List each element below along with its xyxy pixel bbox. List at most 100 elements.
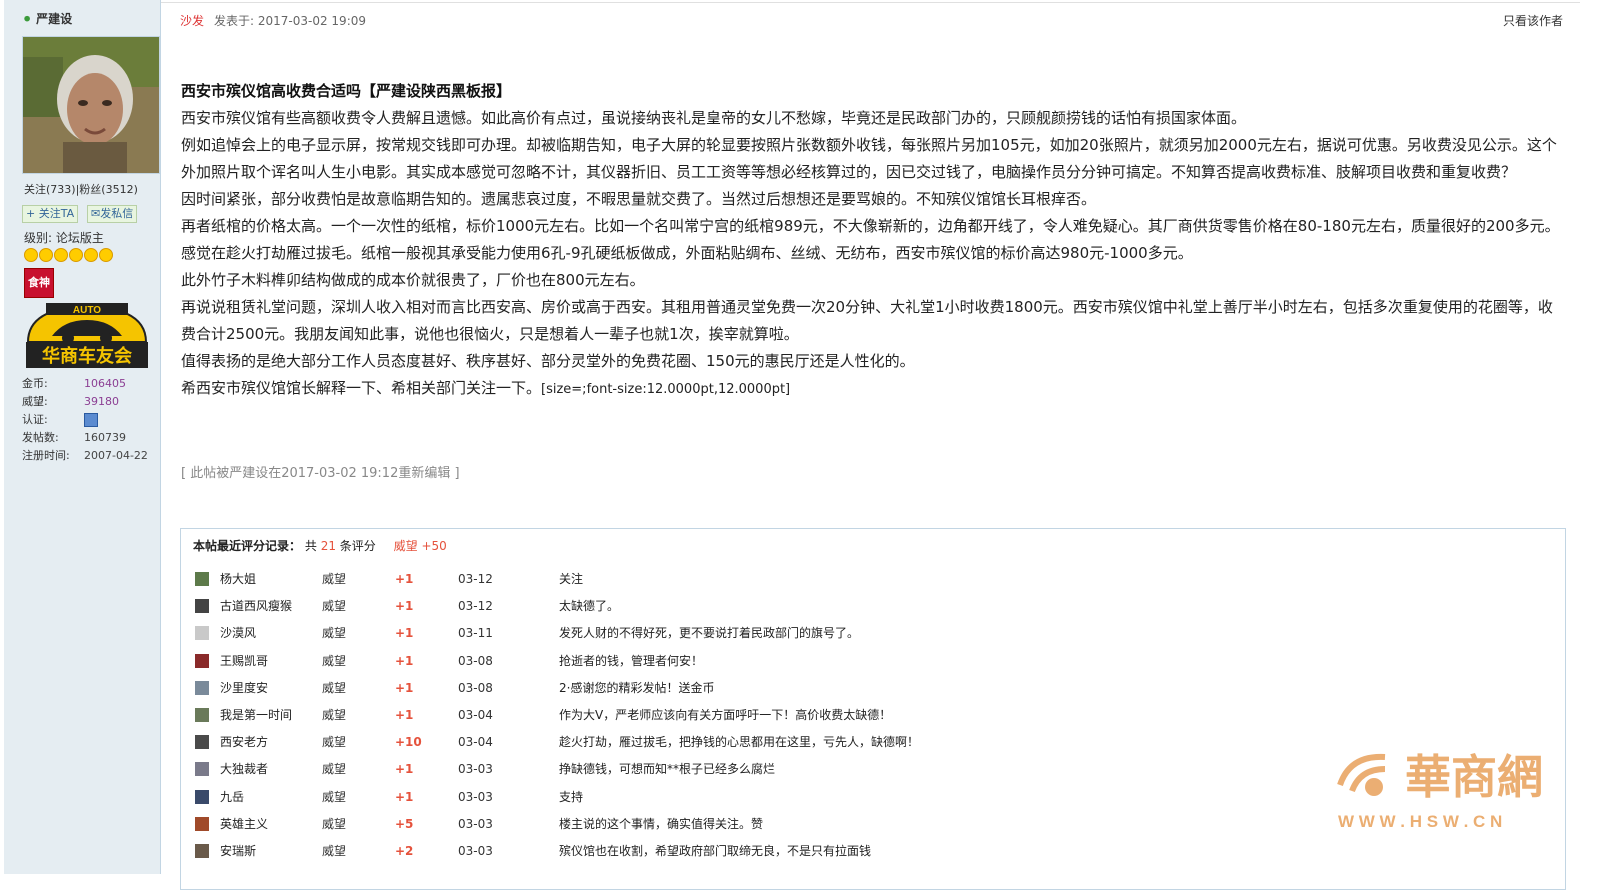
- rating-reason: 关注: [559, 572, 584, 586]
- post-header: 沙发 发表于: 2017-03-02 19:09: [180, 12, 366, 29]
- rater-name[interactable]: 九岳: [220, 787, 244, 807]
- post-paragraph-last: 希西安市殡仪馆馆长解释一下、希相关部门关注一下。[size=;font-size…: [181, 375, 1566, 403]
- rating-score: +1: [395, 626, 414, 641]
- rating-row: 沙漠风 威望 +1 03-11 发死人财的不得好死，更不要说打着民政部门的旗号了。: [195, 623, 1555, 643]
- post-paragraph-text: 希西安市殡仪馆馆长解释一下、希相关部门关注一下。: [181, 379, 542, 397]
- rating-score: +1: [395, 789, 414, 804]
- message-button[interactable]: ✉发私信: [87, 205, 138, 223]
- rating-type: 威望: [322, 735, 347, 750]
- rater-name[interactable]: 沙里度安: [220, 678, 268, 698]
- stat-value: 160739: [84, 431, 126, 444]
- level-smiley-icon: [39, 248, 53, 262]
- rating-date: 03-03: [458, 762, 493, 777]
- post-paragraph: 此外竹子木料榫卯结构做成的成本价就很贵了，厂价也在800元左右。: [181, 271, 645, 289]
- medal-icon: 食神: [24, 268, 54, 298]
- hsw-watermark: 華商網 W W W . H S W . C N: [1330, 735, 1560, 839]
- rating-total-count[interactable]: 21: [321, 539, 336, 553]
- rating-row: 沙里度安 威望 +1 03-08 2·感谢您的精彩发帖！送金币: [195, 678, 1555, 698]
- only-author-link[interactable]: 只看该作者: [1503, 12, 1563, 29]
- rater-avatar[interactable]: [195, 789, 209, 804]
- stat-label: 发帖数:: [22, 431, 59, 444]
- floor-label[interactable]: 沙发: [180, 14, 204, 28]
- rating-date: 03-08: [458, 653, 493, 668]
- follow-button[interactable]: + 关注TA: [22, 205, 79, 223]
- car-club-badge-icon: AUTO 华商车友会: [26, 303, 148, 368]
- rating-type: 威望: [322, 816, 347, 831]
- rater-avatar[interactable]: [195, 844, 209, 858]
- rater-name[interactable]: 杨大姐: [220, 569, 256, 589]
- author-name[interactable]: 严建设: [36, 12, 72, 26]
- rater-name[interactable]: 西安老方: [220, 732, 268, 752]
- author-name-link[interactable]: ⚫ 严建设: [22, 10, 72, 27]
- bbcode-tail: [size=;font-size:12.0000pt,12.0000pt]: [541, 382, 791, 397]
- verified-icon: [84, 413, 98, 427]
- rating-reason: 楼主说的这个事情，确实值得关注。赞: [559, 816, 764, 831]
- rating-row: 安瑞斯 威望 +2 03-03 殡仪馆也在收割，希望政府部门取缔无良，不是只有拉面钱: [195, 841, 1555, 861]
- rating-date: 03-03: [458, 844, 493, 858]
- rating-type: 威望: [322, 572, 347, 586]
- badge-text: 华商车友会: [42, 345, 132, 367]
- badge-top-text: AUTO: [73, 305, 101, 316]
- rating-row: 王赐凯哥 威望 +1 03-08 抢逝者的钱，管理者何安！: [195, 651, 1555, 671]
- rating-reason: 作为大V，严老师应该向有关方面呼吁一下！高价收费太缺德！: [559, 708, 892, 722]
- rater-avatar[interactable]: [195, 599, 209, 614]
- stat-row-register: 注册时间: 2007-04-22: [22, 447, 148, 465]
- level-smiley-icon: [99, 248, 113, 262]
- rating-score: +1: [395, 762, 414, 777]
- rating-reason: 挣缺德钱，可想而知**根子已经多么腐烂: [559, 762, 776, 777]
- post-paragraph: 值得表扬的是绝大部分工作人员态度甚好、秩序甚好、部分灵堂外的免费花圈、150元的…: [181, 352, 915, 370]
- rating-reason: 太缺德了。: [559, 599, 620, 614]
- user-online-icon: ⚫: [22, 12, 33, 26]
- rater-name[interactable]: 古道西风瘦猴: [220, 596, 292, 616]
- rater-avatar[interactable]: [195, 708, 209, 722]
- rater-name[interactable]: 我是第一时间: [220, 705, 292, 725]
- rating-row: 杨大姐 威望 +1 03-12 关注: [195, 569, 1555, 589]
- rating-type: 威望: [322, 789, 347, 804]
- user-level: 级别: 论坛版主: [24, 231, 104, 245]
- rater-name[interactable]: 安瑞斯: [220, 841, 256, 861]
- stat-label: 金币:: [22, 377, 48, 390]
- stat-row-gold: 金币: 106405: [22, 375, 148, 393]
- stat-value: 106405: [84, 377, 126, 390]
- rating-date: 03-11: [458, 626, 493, 641]
- rater-avatar[interactable]: [195, 680, 209, 695]
- rater-name[interactable]: 英雄主义: [220, 814, 268, 834]
- rating-date: 03-03: [458, 789, 493, 804]
- rating-date: 03-12: [458, 599, 493, 614]
- rating-type: 威望: [322, 844, 347, 858]
- club-badge: AUTO 华商车友会: [24, 302, 150, 374]
- level-smiley-icon: [54, 248, 68, 262]
- rater-avatar[interactable]: [195, 816, 209, 831]
- post-paragraph: 再说说租赁礼堂问题，深圳人收入相对而言比西安高、房价或高于西安。其租用普通灵堂免…: [181, 298, 1553, 343]
- rating-weiwang-label: 威望: [393, 539, 418, 553]
- rating-date: 03-03: [458, 816, 493, 831]
- rating-reason: 抢逝者的钱，管理者何安！: [559, 653, 704, 668]
- rating-type: 威望: [322, 680, 347, 695]
- rater-avatar[interactable]: [195, 572, 209, 586]
- rater-name[interactable]: 王赐凯哥: [220, 651, 268, 671]
- rating-score: +1: [395, 708, 414, 722]
- rater-avatar[interactable]: [195, 626, 209, 641]
- stat-row-posts: 发帖数: 160739: [22, 429, 148, 447]
- rating-date: 03-12: [458, 572, 493, 586]
- rater-avatar[interactable]: [195, 762, 209, 777]
- rating-type: 威望: [322, 762, 347, 777]
- rater-avatar[interactable]: [195, 735, 209, 750]
- rating-score: +1: [395, 653, 414, 668]
- rater-name[interactable]: 大独裁者: [220, 759, 268, 779]
- rating-score: +1: [395, 599, 414, 614]
- follow-button-label: + 关注TA: [26, 207, 75, 220]
- stat-label: 认证:: [22, 413, 48, 426]
- message-button-label: 发私信: [100, 207, 134, 220]
- post-paragraph: 因时间紧张，部分收费怕是故意临期告知的。遗属悲哀过度，不暇思量就交费了。当然过后…: [181, 190, 1097, 208]
- avatar[interactable]: [22, 36, 160, 174]
- rating-date: 03-08: [458, 680, 493, 695]
- follow-stats[interactable]: 关注(733)|粉丝(3512): [24, 181, 138, 197]
- mail-icon: ✉: [91, 207, 101, 220]
- rating-type: 威望: [322, 653, 347, 668]
- rater-avatar[interactable]: [195, 653, 209, 668]
- stat-value: 39180: [84, 395, 119, 408]
- post-title: 西安市殡仪馆高收费合适吗【严建设陕西黑板报】: [181, 82, 512, 100]
- rater-name[interactable]: 沙漠风: [220, 623, 256, 643]
- rating-title: 本帖最近评分记录：: [193, 539, 302, 553]
